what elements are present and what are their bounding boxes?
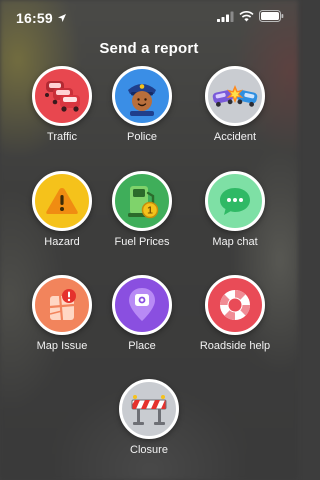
map-chat-label: Map chat bbox=[212, 236, 258, 248]
closure-circle[interactable] bbox=[119, 379, 179, 439]
fuel-prices-label: Fuel Prices bbox=[114, 236, 170, 248]
report-place-button[interactable]: Place bbox=[97, 275, 187, 352]
report-roadside-help-button[interactable]: Roadside help bbox=[190, 275, 280, 352]
map-issue-label: Map Issue bbox=[36, 340, 88, 352]
car-crash-icon bbox=[212, 85, 258, 107]
accident-label: Accident bbox=[213, 131, 257, 143]
wifi-icon bbox=[239, 9, 254, 27]
closure-label: Closure bbox=[130, 444, 168, 456]
road-barrier-icon bbox=[131, 395, 167, 425]
fuel-pump-icon: 1 bbox=[128, 186, 159, 219]
report-map-issue-button[interactable]: Map Issue bbox=[17, 275, 107, 352]
status-time-group: 16:59 bbox=[16, 10, 67, 26]
status-bar: 16:59 bbox=[0, 0, 298, 36]
report-police-button[interactable]: Police bbox=[97, 66, 187, 143]
report-traffic-button[interactable]: Traffic bbox=[17, 66, 107, 143]
police-circle[interactable] bbox=[112, 66, 172, 126]
status-time: 16:59 bbox=[16, 10, 53, 26]
roadside-help-label: Roadside help bbox=[199, 340, 271, 352]
map-chat-circle[interactable] bbox=[205, 171, 265, 231]
warning-triangle-icon bbox=[46, 188, 78, 214]
report-map-chat-button[interactable]: Map chat bbox=[190, 171, 280, 248]
map-issue-circle[interactable] bbox=[32, 275, 92, 335]
lifebuoy-icon bbox=[220, 290, 250, 320]
report-accident-button[interactable]: Accident bbox=[190, 66, 280, 143]
report-fuel-prices-button[interactable]: 1 Fuel Prices bbox=[97, 171, 187, 248]
roadside-help-circle[interactable] bbox=[205, 275, 265, 335]
status-indicators bbox=[217, 9, 284, 27]
hazard-circle[interactable] bbox=[32, 171, 92, 231]
police-label: Police bbox=[127, 131, 157, 143]
battery-icon bbox=[259, 9, 284, 27]
police-officer-icon bbox=[128, 84, 156, 116]
svg-text:1: 1 bbox=[147, 206, 153, 217]
traffic-cars-icon bbox=[45, 81, 80, 112]
hazard-label: Hazard bbox=[44, 236, 80, 248]
place-circle[interactable] bbox=[112, 275, 172, 335]
map-issue-icon bbox=[49, 289, 76, 321]
accident-circle[interactable] bbox=[205, 66, 265, 126]
traffic-circle[interactable] bbox=[32, 66, 92, 126]
page-title: Send a report bbox=[99, 40, 199, 57]
location-arrow-icon bbox=[57, 10, 67, 26]
chat-bubble-icon bbox=[220, 188, 250, 215]
report-hazard-button[interactable]: Hazard bbox=[17, 171, 107, 248]
report-closure-button[interactable]: Closure bbox=[104, 379, 194, 456]
cellular-signal-icon bbox=[217, 9, 234, 27]
place-pin-icon bbox=[129, 288, 155, 321]
fuel-prices-circle[interactable]: 1 bbox=[112, 171, 172, 231]
place-label: Place bbox=[128, 340, 156, 352]
traffic-label: Traffic bbox=[47, 131, 77, 143]
